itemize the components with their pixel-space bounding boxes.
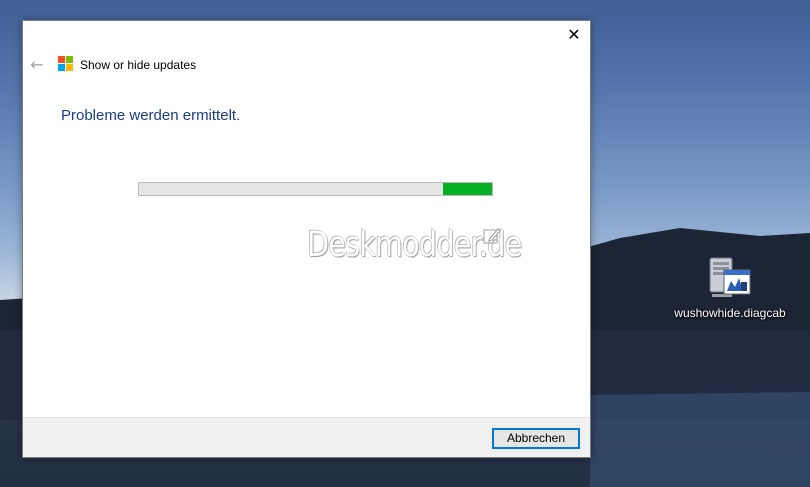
desktop-background: wushowhide.diagcab ✕ ← Show or hide upda… xyxy=(0,0,810,487)
back-arrow-icon: ← xyxy=(30,55,44,74)
dialog-footer: Abbrechen xyxy=(23,417,590,457)
window-title: Show or hide updates xyxy=(80,58,197,72)
desktop-icon-wushowhide[interactable]: wushowhide.diagcab xyxy=(668,254,792,324)
logo-quadrant-red xyxy=(58,56,65,63)
progress-bar xyxy=(138,182,493,196)
troubleshooter-dialog: ✕ ← Show or hide updates Probleme werden… xyxy=(22,20,591,458)
status-heading: Probleme werden ermittelt. xyxy=(61,107,241,124)
cancel-button[interactable]: Abbrechen xyxy=(492,428,580,449)
logo-quadrant-yellow xyxy=(66,64,73,71)
logo-quadrant-blue xyxy=(58,64,65,71)
logo-quadrant-green xyxy=(66,56,73,63)
windows-logo-icon xyxy=(58,56,74,72)
close-button[interactable]: ✕ xyxy=(562,24,586,46)
back-button[interactable]: ← xyxy=(27,55,47,75)
close-icon: ✕ xyxy=(567,25,581,44)
diagcab-file-icon xyxy=(709,257,751,297)
pen-icon xyxy=(483,228,501,244)
progress-bar-fill xyxy=(442,183,492,195)
desktop-icon-label: wushowhide.diagcab xyxy=(674,306,786,320)
